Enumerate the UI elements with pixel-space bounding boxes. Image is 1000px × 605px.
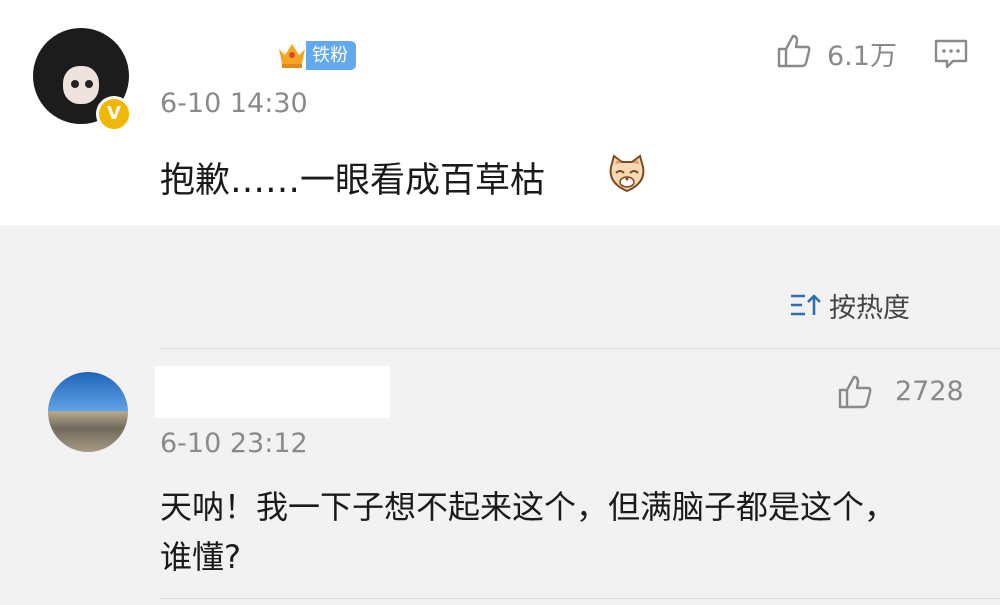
cat-emoji-icon: [609, 154, 645, 193]
avatar-eye-left: [71, 80, 79, 88]
avatar-face: [63, 66, 99, 104]
sort-icon: [791, 294, 821, 316]
avatar-eye-right: [85, 80, 93, 88]
divider: [160, 598, 1000, 599]
thumbs-up-icon[interactable]: [836, 373, 874, 411]
post-date: 6-10 14:30: [160, 88, 308, 119]
comment-icon[interactable]: [933, 38, 969, 70]
divider: [160, 348, 1000, 349]
reply-avatar[interactable]: [48, 372, 128, 452]
thumbs-up-icon[interactable]: [775, 32, 813, 70]
main-comment-card: V 铁粉 6-10 14:30 6.1万 抱歉……一眼看成百草枯: [0, 0, 1000, 225]
reply-date: 6-10 23:12: [160, 428, 308, 459]
reply-like-count[interactable]: 2728: [895, 376, 964, 407]
like-count[interactable]: 6.1万: [827, 34, 897, 73]
redacted-username: [155, 366, 390, 418]
sort-label: 按热度: [829, 292, 910, 324]
reply-text: 天呐！我一下子想不起来这个，但满脑子都是这个，谁懂?: [160, 488, 897, 576]
verified-badge: V: [96, 96, 132, 132]
crown-icon: [279, 44, 305, 68]
sort-by-hot-button[interactable]: 按热度: [789, 287, 910, 324]
comment-text: 抱歉……一眼看成百草枯: [160, 161, 546, 201]
fan-badge: 铁粉: [306, 41, 356, 70]
